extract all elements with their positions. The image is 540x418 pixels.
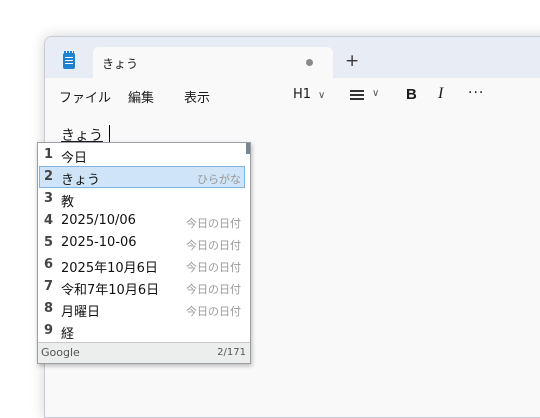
candidate-number: 7 [44, 279, 54, 294]
ime-footer: Google 2/171 [38, 342, 250, 363]
candidate-item[interactable]: 6 2025年10月6日 今日の日付 [39, 254, 245, 276]
candidate-number: 6 [44, 257, 54, 272]
candidate-text: 月曜日 [61, 305, 101, 320]
candidate-number: 2 [44, 169, 54, 184]
menu-bar: ファイル 編集 表示 H1 ∨ ∨ B I ··· [45, 79, 540, 111]
candidate-number: 1 [44, 147, 54, 162]
candidate-item[interactable]: 4 2025/10/06 今日の日付 [39, 210, 245, 232]
candidate-text: 教 [61, 195, 75, 210]
candidate-text: 今日 [61, 151, 88, 166]
candidate-item[interactable]: 1 今日 [39, 144, 245, 166]
new-tab-button[interactable]: + [345, 51, 359, 71]
candidate-note: 今日の日付 [186, 217, 241, 230]
tab-title: きょう [102, 57, 139, 71]
candidate-text: 2025/10/06 [61, 213, 136, 228]
menu-file[interactable]: ファイル [59, 87, 111, 106]
notepad-app-icon [63, 51, 75, 69]
candidate-text: 経 [61, 327, 75, 342]
text-caret [109, 125, 110, 143]
unsaved-dot-icon[interactable] [306, 59, 313, 66]
candidate-note: 今日の日付 [186, 283, 241, 296]
candidate-item-selected[interactable]: 2 きょう ひらがな [39, 166, 245, 188]
title-bar: きょう + [45, 37, 540, 78]
candidate-number: 9 [44, 323, 54, 338]
scrollbar-thumb[interactable] [246, 143, 250, 154]
candidate-scrollbar[interactable] [246, 143, 250, 341]
candidate-text: 2025年10月6日 [61, 261, 158, 276]
candidate-number: 8 [44, 301, 54, 316]
ime-candidate-window: 1 今日 2 きょう ひらがな 3 教 4 2025/10/06 今日の日付 5… [37, 142, 251, 364]
candidate-note: 今日の日付 [186, 239, 241, 252]
chevron-down-icon[interactable]: ∨ [372, 88, 379, 99]
menu-edit[interactable]: 編集 [128, 87, 154, 106]
candidate-item[interactable]: 3 教 [39, 188, 245, 210]
candidate-note: 今日の日付 [186, 305, 241, 318]
heading-dropdown[interactable]: H1 ∨ [293, 87, 325, 102]
candidate-item[interactable]: 9 経 [39, 320, 245, 342]
list-icon[interactable] [350, 90, 364, 100]
candidate-item[interactable]: 7 令和7年10月6日 今日の日付 [39, 276, 245, 298]
chevron-down-icon: ∨ [318, 90, 326, 101]
more-options-button[interactable]: ··· [468, 85, 484, 101]
candidate-number: 5 [44, 235, 54, 250]
candidate-count: 2/171 [217, 347, 246, 358]
candidate-text: 2025-10-06 [61, 235, 137, 250]
candidate-note: ひらがな [197, 173, 241, 186]
tab-document[interactable]: きょう [93, 47, 333, 78]
bold-button[interactable]: B [406, 86, 417, 103]
menu-view[interactable]: 表示 [184, 87, 210, 106]
heading-label: H1 [293, 87, 312, 102]
candidate-number: 3 [44, 191, 54, 206]
candidate-text: 令和7年10月6日 [61, 283, 160, 298]
candidate-number: 4 [44, 213, 54, 228]
candidate-item[interactable]: 5 2025-10-06 今日の日付 [39, 232, 245, 254]
candidate-item[interactable]: 8 月曜日 今日の日付 [39, 298, 245, 320]
ime-brand-label: Google [41, 346, 80, 359]
italic-button[interactable]: I [438, 85, 443, 103]
candidate-text: きょう [61, 173, 101, 188]
candidate-note: 今日の日付 [186, 261, 241, 274]
